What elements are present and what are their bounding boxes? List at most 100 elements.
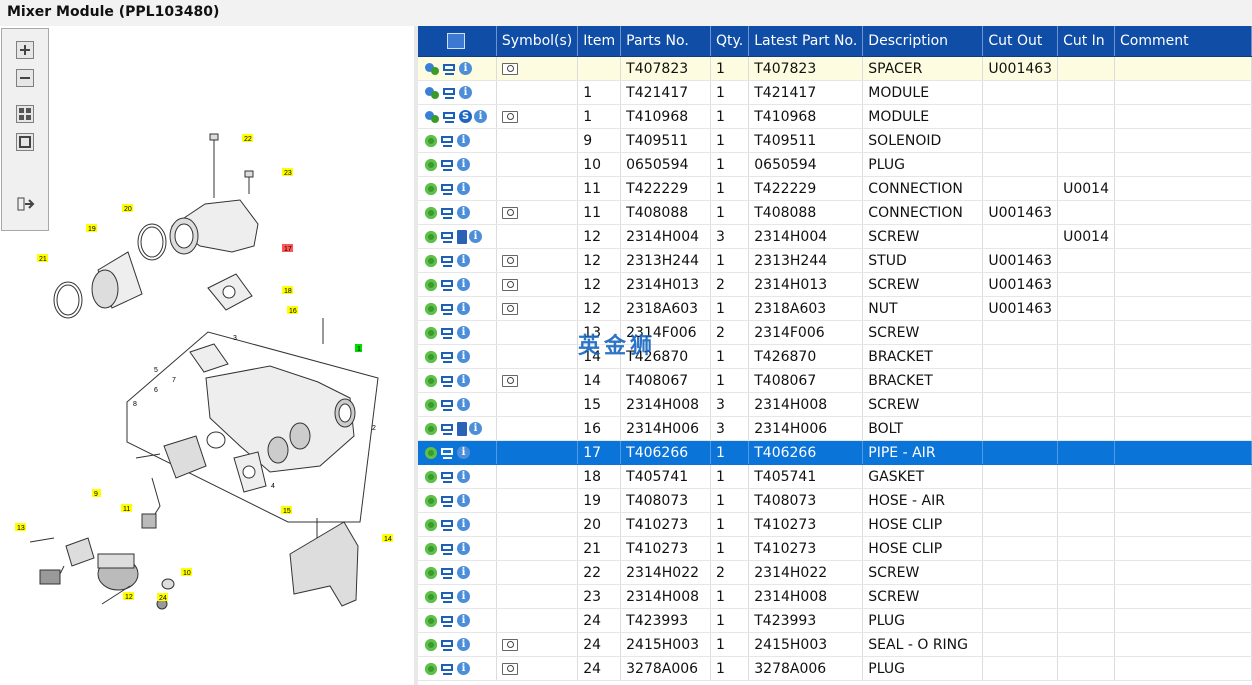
table-row[interactable]: i 10 0650594 1 0650594 PLUG xyxy=(418,152,1252,177)
cart-icon[interactable] xyxy=(439,591,455,603)
callout-9[interactable]: 9 xyxy=(92,489,101,498)
gear-icon[interactable] xyxy=(425,278,437,291)
info-icon[interactable]: i xyxy=(457,254,470,267)
info-icon[interactable]: i xyxy=(457,158,470,171)
table-row[interactable]: i 14 T426870 1 T426870 BRACKET xyxy=(418,344,1252,369)
info-icon[interactable]: i xyxy=(457,446,470,459)
symbol-icon[interactable] xyxy=(501,110,518,123)
callout-6[interactable]: 6 xyxy=(154,387,158,394)
info-icon[interactable]: i xyxy=(457,470,470,483)
info-icon[interactable]: i xyxy=(459,62,472,75)
info-icon[interactable]: i xyxy=(474,110,487,123)
column-header-parts-no[interactable]: Parts No. xyxy=(620,26,711,57)
cart-icon[interactable] xyxy=(439,615,455,627)
callout-18[interactable]: 18 xyxy=(282,286,293,295)
info-icon[interactable]: i xyxy=(457,278,470,291)
multi-gear-icon[interactable] xyxy=(425,110,439,123)
cart-icon[interactable] xyxy=(441,111,457,123)
callout-22[interactable]: 22 xyxy=(242,134,253,143)
gear-icon[interactable] xyxy=(425,398,437,411)
gear-icon[interactable] xyxy=(425,566,437,579)
cart-icon[interactable] xyxy=(439,447,455,459)
cart-icon[interactable] xyxy=(439,135,455,147)
column-header-cut-in[interactable]: Cut In xyxy=(1057,26,1115,57)
table-row[interactable]: i 24 T423993 1 T423993 PLUG xyxy=(418,608,1252,633)
info-icon[interactable]: i xyxy=(457,590,470,603)
callout-19[interactable]: 19 xyxy=(86,224,97,233)
multi-gear-icon[interactable] xyxy=(425,86,439,99)
callout-23[interactable]: 23 xyxy=(282,168,293,177)
book-icon[interactable] xyxy=(457,229,467,244)
zoom-out-icon[interactable] xyxy=(16,69,34,87)
column-header-latest-part-no[interactable]: Latest Part No. xyxy=(748,26,864,57)
cart-icon[interactable] xyxy=(439,207,455,219)
info-icon[interactable]: i xyxy=(457,542,470,555)
gear-icon[interactable] xyxy=(425,158,437,171)
callout-16[interactable]: 16 xyxy=(287,306,298,315)
table-row[interactable]: i 12 2314H004 3 2314H004 SCREW U0014 xyxy=(418,224,1252,249)
info-icon[interactable]: i xyxy=(457,206,470,219)
gear-icon[interactable] xyxy=(425,470,437,483)
table-row[interactable]: i T407823 1 T407823 SPACER U001463 xyxy=(418,56,1252,81)
info-icon[interactable]: i xyxy=(469,230,482,243)
gear-icon[interactable] xyxy=(425,662,437,675)
cart-icon[interactable] xyxy=(439,231,455,243)
gear-icon[interactable] xyxy=(425,182,437,195)
gear-icon[interactable] xyxy=(425,494,437,507)
table-row[interactable]: i 11 T422229 1 T422229 CONNECTION U0014 xyxy=(418,176,1252,201)
column-header-cut-out[interactable]: Cut Out xyxy=(982,26,1059,57)
multi-gear-icon[interactable] xyxy=(425,62,439,75)
cart-icon[interactable] xyxy=(439,399,455,411)
info-icon[interactable]: i xyxy=(457,398,470,411)
column-header-symbols[interactable]: Symbol(s) xyxy=(496,26,579,57)
table-row[interactable]: i 24 2415H003 1 2415H003 SEAL - O RING xyxy=(418,632,1252,657)
table-row[interactable]: i 16 2314H006 3 2314H006 BOLT xyxy=(418,416,1252,441)
callout-12[interactable]: 12 xyxy=(123,592,134,601)
callout-3[interactable]: 3 xyxy=(233,335,237,342)
table-row[interactable]: i 21 T410273 1 T410273 HOSE CLIP xyxy=(418,536,1252,561)
cart-icon[interactable] xyxy=(439,423,455,435)
table-row[interactable]: Si 1 T410968 1 T410968 MODULE xyxy=(418,104,1252,129)
info-icon[interactable]: i xyxy=(459,86,472,99)
table-row[interactable]: i 14 T408067 1 T408067 BRACKET xyxy=(418,368,1252,393)
symbol-icon[interactable] xyxy=(501,278,518,291)
info-icon[interactable]: i xyxy=(457,494,470,507)
cart-icon[interactable] xyxy=(439,663,455,675)
callout-13[interactable]: 13 xyxy=(15,523,26,532)
gear-icon[interactable] xyxy=(425,590,437,603)
table-row[interactable]: i 1 T421417 1 T421417 MODULE xyxy=(418,80,1252,105)
gear-icon[interactable] xyxy=(425,206,437,219)
gear-icon[interactable] xyxy=(425,446,437,459)
gear-icon[interactable] xyxy=(425,350,437,363)
cart-icon[interactable] xyxy=(439,543,455,555)
fit-all-icon[interactable] xyxy=(16,105,34,123)
gear-icon[interactable] xyxy=(425,134,437,147)
callout-5[interactable]: 5 xyxy=(154,367,158,374)
table-row[interactable]: i 18 T405741 1 T405741 GASKET xyxy=(418,464,1252,489)
cart-icon[interactable] xyxy=(439,279,455,291)
cart-icon[interactable] xyxy=(439,159,455,171)
info-icon[interactable]: i xyxy=(469,422,482,435)
symbol-icon[interactable] xyxy=(501,374,518,387)
callout-17[interactable]: 17 xyxy=(282,244,293,253)
cart-icon[interactable] xyxy=(439,375,455,387)
zoom-in-icon[interactable] xyxy=(16,41,34,59)
info-icon[interactable]: i xyxy=(457,134,470,147)
callout-15[interactable]: 15 xyxy=(281,506,292,515)
gear-icon[interactable] xyxy=(425,374,437,387)
callout-8[interactable]: 8 xyxy=(133,401,137,408)
table-row[interactable]: i 9 T409511 1 T409511 SOLENOID xyxy=(418,128,1252,153)
symbol-icon[interactable] xyxy=(501,206,518,219)
info-icon[interactable]: i xyxy=(457,662,470,675)
table-row[interactable]: i 20 T410273 1 T410273 HOSE CLIP xyxy=(418,512,1252,537)
symbol-icon[interactable] xyxy=(501,254,518,267)
cart-icon[interactable] xyxy=(439,183,455,195)
symbol-icon[interactable] xyxy=(501,302,518,315)
table-row[interactable]: i 22 2314H022 2 2314H022 SCREW xyxy=(418,560,1252,585)
callout-24[interactable]: 24 xyxy=(157,593,168,602)
callout-21[interactable]: 21 xyxy=(37,254,48,263)
export-icon[interactable] xyxy=(16,195,35,213)
gear-icon[interactable] xyxy=(425,422,437,435)
table-row[interactable]: i 12 2313H244 1 2313H244 STUD U001463 xyxy=(418,248,1252,273)
cart-icon[interactable] xyxy=(441,87,457,99)
